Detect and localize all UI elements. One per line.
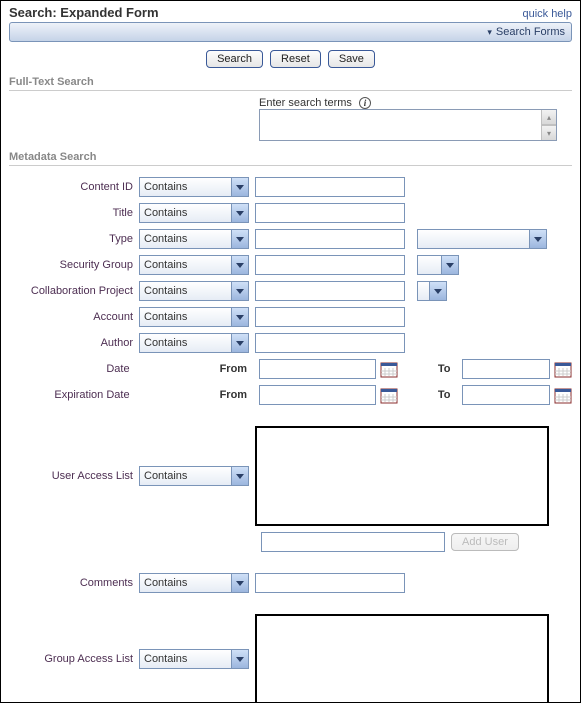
calendar-icon[interactable]: [554, 386, 572, 404]
scroll-up-icon[interactable]: ▴: [541, 110, 556, 125]
label-title: Title: [9, 207, 139, 219]
label-group-access-list: Group Access List: [9, 653, 139, 665]
divider: [9, 165, 572, 166]
label-type: Type: [9, 233, 139, 245]
fulltext-section-title: Full-Text Search: [9, 76, 572, 88]
quick-help-link[interactable]: quick help: [522, 8, 572, 20]
op-type[interactable]: Contains: [139, 229, 249, 249]
enter-terms-label: Enter search terms: [259, 97, 352, 109]
op-content-id[interactable]: Contains: [139, 177, 249, 197]
input-comments[interactable]: [255, 573, 405, 593]
input-expdate-to[interactable]: [462, 385, 550, 405]
op-title[interactable]: Contains: [139, 203, 249, 223]
info-icon[interactable]: i: [359, 97, 371, 109]
add-user-button[interactable]: Add User: [451, 533, 519, 551]
input-content-id[interactable]: [255, 177, 405, 197]
op-collab-project[interactable]: Contains: [139, 281, 249, 301]
label-expiration-date: Expiration Date: [9, 389, 136, 401]
label-author: Author: [9, 337, 139, 349]
input-type[interactable]: [255, 229, 405, 249]
calendar-icon[interactable]: [554, 360, 572, 378]
textarea-user-access-list[interactable]: [255, 426, 549, 526]
input-title[interactable]: [255, 203, 405, 223]
security-group-picker[interactable]: [417, 255, 459, 275]
divider: [9, 90, 572, 91]
reset-button[interactable]: Reset: [270, 50, 321, 68]
search-forms-dropdown[interactable]: ▾ Search Forms: [9, 22, 572, 42]
input-security-group[interactable]: [255, 255, 405, 275]
op-comments[interactable]: Contains: [139, 573, 249, 593]
action-buttons: Search Reset Save: [9, 50, 572, 68]
metadata-form: Content ID Contains Title Contains Type …: [9, 174, 572, 703]
calendar-icon[interactable]: [380, 386, 398, 404]
input-expdate-from[interactable]: [259, 385, 376, 405]
type-picker[interactable]: [417, 229, 547, 249]
label-date: Date: [9, 363, 136, 375]
collab-project-picker[interactable]: [417, 281, 447, 301]
calendar-icon[interactable]: [380, 360, 398, 378]
chevron-down-icon: ▾: [487, 27, 492, 38]
input-collab-project[interactable]: [255, 281, 405, 301]
from-label: From: [220, 389, 248, 401]
label-security-group: Security Group: [9, 259, 139, 271]
scroll-down-icon[interactable]: ▾: [541, 125, 556, 140]
op-user-access-list[interactable]: Contains: [139, 466, 249, 486]
input-date-from[interactable]: [259, 359, 376, 379]
input-date-to[interactable]: [462, 359, 550, 379]
metadata-section-title: Metadata Search: [9, 151, 572, 163]
input-account[interactable]: [255, 307, 405, 327]
to-label: To: [438, 389, 451, 401]
label-collab-project: Collaboration Project: [9, 285, 139, 297]
input-author[interactable]: [255, 333, 405, 353]
search-terms-textarea[interactable]: ▴ ▾: [259, 109, 557, 141]
op-group-access-list[interactable]: Contains: [139, 649, 249, 669]
label-content-id: Content ID: [9, 181, 139, 193]
search-expanded-form: Search: Expanded Form quick help ▾ Searc…: [0, 0, 581, 703]
op-security-group[interactable]: Contains: [139, 255, 249, 275]
to-label: To: [438, 363, 451, 375]
textarea-group-access-list[interactable]: [255, 614, 549, 703]
label-user-access-list: User Access List: [9, 470, 139, 482]
label-account: Account: [9, 311, 139, 323]
search-forms-label: Search Forms: [496, 26, 565, 38]
op-account[interactable]: Contains: [139, 307, 249, 327]
input-add-user[interactable]: [261, 532, 445, 552]
save-button[interactable]: Save: [328, 50, 375, 68]
from-label: From: [220, 363, 248, 375]
op-author[interactable]: Contains: [139, 333, 249, 353]
label-comments: Comments: [9, 577, 139, 589]
page-title: Search: Expanded Form: [9, 5, 159, 20]
search-button[interactable]: Search: [206, 50, 263, 68]
